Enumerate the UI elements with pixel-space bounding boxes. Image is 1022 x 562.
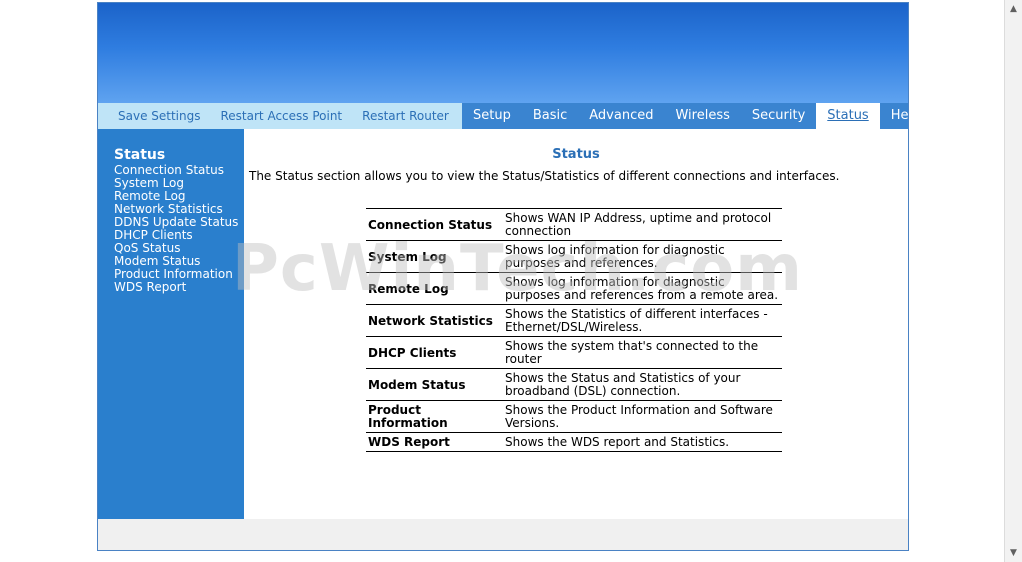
tab-security[interactable]: Security (741, 103, 816, 129)
row-name: Remote Log (366, 272, 503, 305)
status-table: Connection Status Shows WAN IP Address, … (366, 208, 782, 452)
header-banner (98, 3, 908, 103)
menu-bar: Save Settings Restart Access Point Resta… (98, 103, 908, 129)
restart-router-link[interactable]: Restart Router (362, 109, 449, 123)
table-row: WDS Report Shows the WDS report and Stat… (366, 432, 782, 452)
row-description: Shows the WDS report and Statistics. (503, 432, 782, 452)
row-name: WDS Report (366, 432, 503, 452)
main-tabs: Setup Basic Advanced Wireless Security S… (462, 103, 908, 129)
scroll-down-arrow-icon[interactable]: ▼ (1007, 546, 1020, 560)
sidebar-menu: Connection Status System Log Remote Log … (114, 164, 238, 294)
table-row: Network Statistics Shows the Statistics … (366, 304, 782, 337)
table-row: Connection Status Shows WAN IP Address, … (366, 208, 782, 241)
save-settings-link[interactable]: Save Settings (118, 109, 201, 123)
row-description: Shows the Statistics of different interf… (503, 304, 782, 337)
router-admin-frame: Save Settings Restart Access Point Resta… (97, 2, 909, 551)
row-description: Shows log information for diagnostic pur… (503, 272, 782, 305)
tab-advanced[interactable]: Advanced (578, 103, 664, 129)
sidebar: Status Connection Status System Log Remo… (98, 129, 244, 519)
table-row: System Log Shows log information for dia… (366, 240, 782, 273)
page-title: Status (552, 147, 600, 162)
table-row: DHCP Clients Shows the system that's con… (366, 336, 782, 369)
sidebar-title: Status (114, 147, 166, 163)
row-name: Network Statistics (366, 304, 503, 337)
table-row: Remote Log Shows log information for dia… (366, 272, 782, 305)
row-name: Connection Status (366, 208, 503, 241)
row-name: System Log (366, 240, 503, 273)
tab-status[interactable]: Status (816, 103, 880, 129)
row-description: Shows WAN IP Address, uptime and protoco… (503, 208, 782, 241)
tab-basic[interactable]: Basic (522, 103, 578, 129)
row-name: DHCP Clients (366, 336, 503, 369)
vertical-scrollbar[interactable]: ▲ ▼ (1004, 0, 1022, 562)
page-description: The Status section allows you to view th… (249, 169, 840, 183)
tab-wireless[interactable]: Wireless (664, 103, 740, 129)
sidebar-item-wds-report[interactable]: WDS Report (114, 281, 238, 294)
scroll-up-arrow-icon[interactable]: ▲ (1007, 2, 1020, 16)
row-description: Shows the Product Information and Softwa… (503, 400, 782, 433)
table-row: Product Information Shows the Product In… (366, 400, 782, 433)
row-description: Shows the Status and Statistics of your … (503, 368, 782, 401)
row-description: Shows log information for diagnostic pur… (503, 240, 782, 273)
tab-help[interactable]: Help (880, 103, 908, 129)
restart-access-point-link[interactable]: Restart Access Point (221, 109, 343, 123)
tab-setup[interactable]: Setup (462, 103, 522, 129)
row-name: Modem Status (366, 368, 503, 401)
quick-links-bar: Save Settings Restart Access Point Resta… (98, 103, 462, 129)
table-row: Modem Status Shows the Status and Statis… (366, 368, 782, 401)
row-name: Product Information (366, 400, 503, 433)
row-description: Shows the system that's connected to the… (503, 336, 782, 369)
main-content: Status The Status section allows you to … (244, 129, 908, 519)
